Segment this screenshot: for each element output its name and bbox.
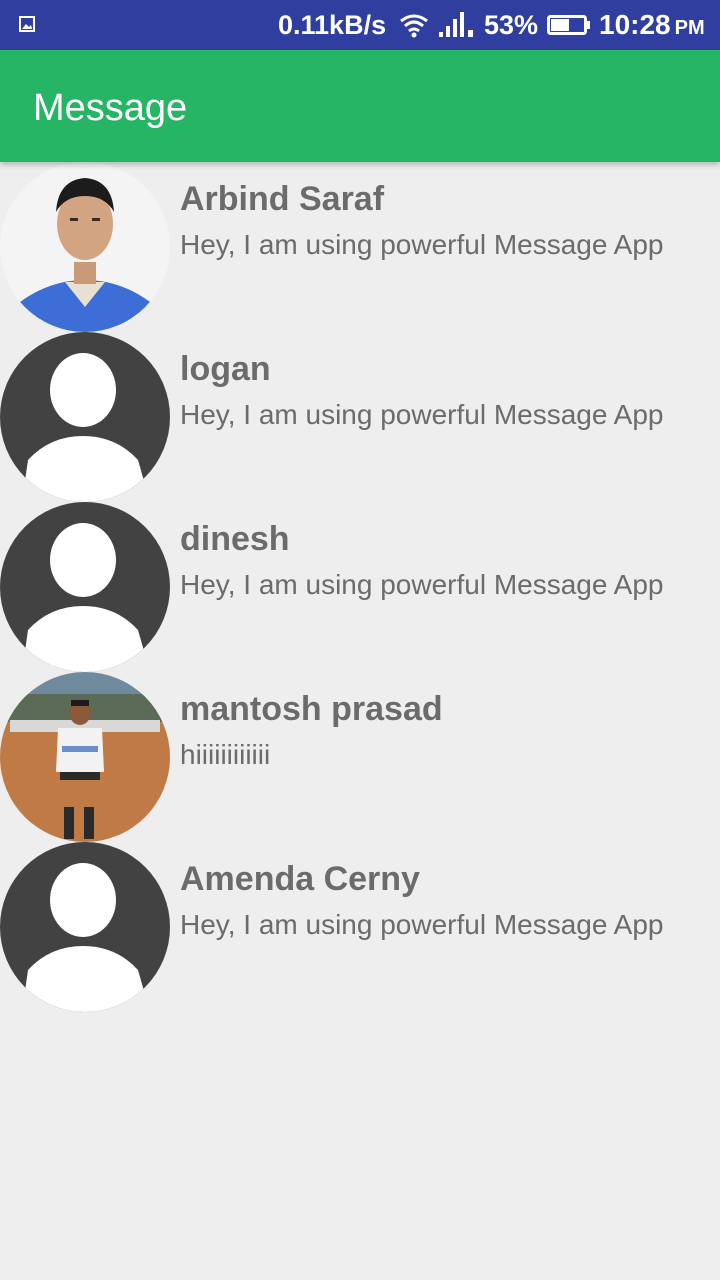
contact-row[interactable]: Arbind Saraf Hey, I am using powerful Me… — [0, 162, 720, 332]
wifi-icon — [400, 14, 428, 38]
page-title: Message — [33, 87, 188, 129]
profile-photo-icon — [0, 672, 170, 842]
clock-time: 10:28 — [599, 9, 671, 40]
default-avatar-icon — [0, 502, 170, 672]
status-bar: 0.11kB/s 53% 10:28 PM — [0, 0, 720, 50]
contact-status: Hey, I am using powerful Message App — [180, 909, 664, 940]
contact-row[interactable]: logan Hey, I am using powerful Message A… — [0, 332, 720, 502]
contact-status: hiiiiiiiiiiii — [180, 739, 271, 770]
contact-status: Hey, I am using powerful Message App — [180, 229, 664, 260]
default-avatar-icon — [0, 842, 170, 1012]
contact-avatar — [0, 672, 170, 842]
clock: 10:28 PM — [599, 8, 705, 45]
battery-percent: 53% — [484, 10, 539, 40]
contact-status: Hey, I am using powerful Message App — [180, 399, 664, 430]
app-bar: Message — [0, 50, 720, 162]
contact-name: dinesh — [180, 520, 290, 558]
contact-name: mantosh prasad — [180, 690, 443, 728]
signal-icon — [439, 12, 473, 37]
profile-photo-icon — [0, 162, 170, 332]
clock-ampm: PM — [674, 17, 705, 39]
contact-avatar — [0, 502, 170, 672]
contact-name: logan — [180, 350, 271, 388]
gallery-icon — [19, 16, 35, 32]
contact-list: Arbind Saraf Hey, I am using powerful Me… — [0, 162, 720, 1012]
contact-avatar — [0, 842, 170, 1012]
contact-name: Arbind Saraf — [180, 180, 385, 218]
contact-avatar — [0, 162, 170, 332]
contact-row[interactable]: Amenda Cerny Hey, I am using powerful Me… — [0, 842, 720, 1012]
network-speed: 0.11kB/s — [278, 10, 387, 40]
contact-avatar — [0, 332, 170, 502]
contact-row[interactable]: dinesh Hey, I am using powerful Message … — [0, 502, 720, 672]
contact-row[interactable]: mantosh prasad hiiiiiiiiiiii — [0, 672, 720, 842]
contact-status: Hey, I am using powerful Message App — [180, 569, 664, 600]
contact-name: Amenda Cerny — [180, 860, 420, 898]
default-avatar-icon — [0, 332, 170, 502]
battery-icon — [547, 15, 590, 35]
